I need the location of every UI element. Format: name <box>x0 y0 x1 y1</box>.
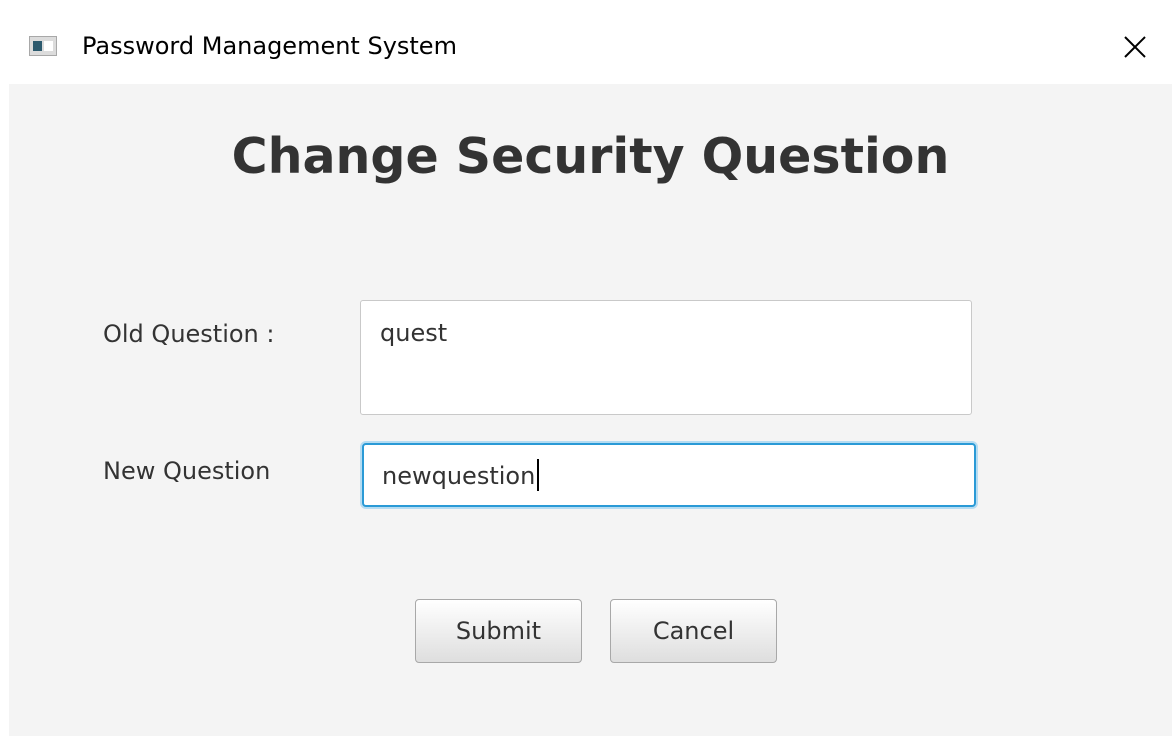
new-question-value: newquestion <box>382 462 536 490</box>
close-button[interactable] <box>1106 19 1162 75</box>
old-question-field[interactable]: quest <box>360 300 972 415</box>
old-question-label: Old Question : <box>103 320 275 348</box>
page-title: Change Security Question <box>231 128 950 185</box>
window-title: Password Management System <box>82 32 457 60</box>
text-caret <box>537 459 540 491</box>
close-icon <box>1124 36 1146 58</box>
old-question-value: quest <box>380 319 448 347</box>
cancel-button[interactable]: Cancel <box>610 599 777 663</box>
submit-button[interactable]: Submit <box>415 599 582 663</box>
title-bar: Password Management System <box>9 9 1172 84</box>
window-icon <box>29 36 57 56</box>
new-question-label: New Question <box>103 457 271 485</box>
new-question-field[interactable]: newquestion <box>362 443 976 507</box>
dialog-window: Password Management System Change Securi… <box>9 9 1172 736</box>
